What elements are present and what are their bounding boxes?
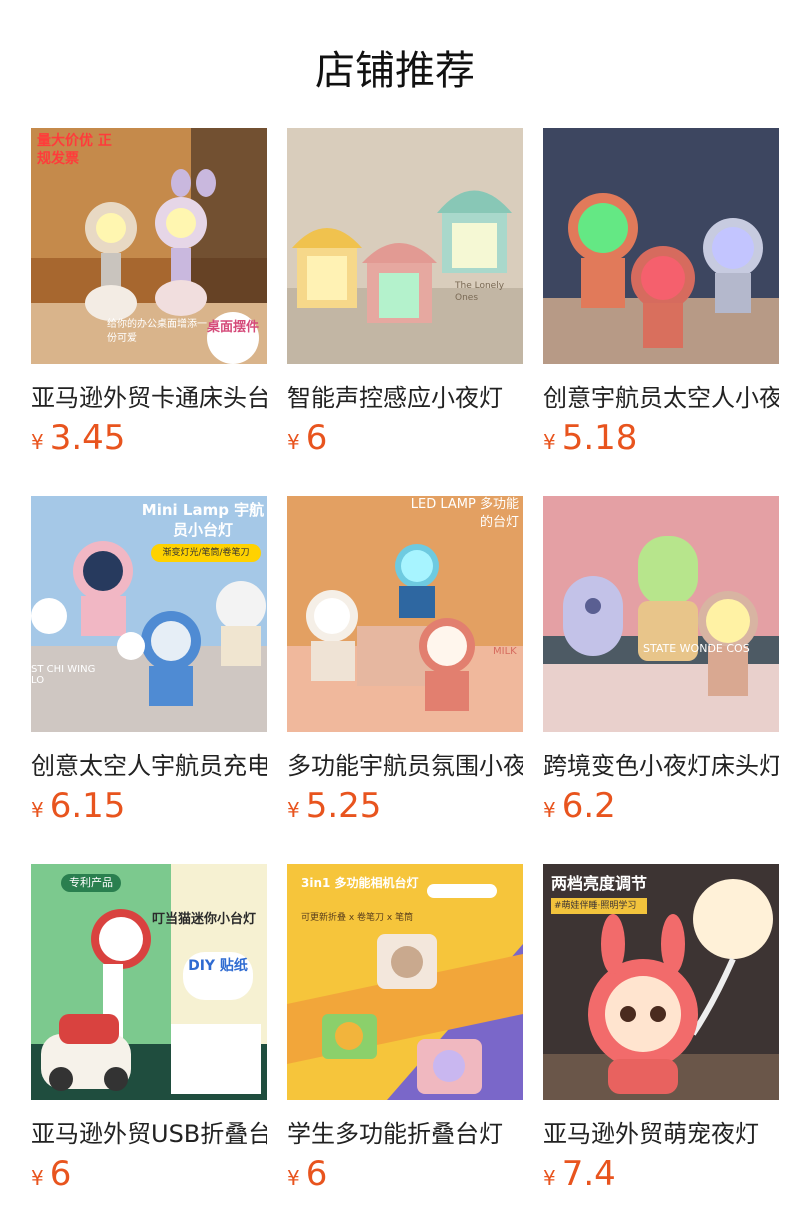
price-value: 6	[49, 1154, 72, 1194]
image-caption: 给你的办公桌面增添一份可爱	[107, 319, 207, 344]
currency-symbol: ¥	[31, 1166, 44, 1190]
product-image[interactable]: 两档亮度调节 #萌娃伴睡·照明学习	[543, 864, 779, 1100]
image-side-text: MILK	[493, 646, 517, 657]
currency-symbol: ¥	[543, 430, 556, 454]
image-headline: 叮当猫迷你小台灯	[151, 912, 256, 927]
price-value: 5.18	[561, 418, 638, 458]
product-name[interactable]: 智能声控感应小夜灯	[287, 378, 523, 413]
product-name[interactable]: 亚马逊外贸USB折叠台灯	[31, 1114, 267, 1149]
product-price: ¥6	[31, 1154, 267, 1194]
diy-sticker: DIY 贴纸	[183, 952, 253, 1000]
currency-symbol: ¥	[287, 430, 300, 454]
product-card[interactable]: 创意宇航员太空人小夜灯 ¥5.18	[543, 128, 779, 458]
product-image[interactable]	[543, 128, 779, 364]
currency-symbol: ¥	[287, 798, 300, 822]
product-price: ¥5.25	[287, 786, 523, 826]
image-caption: #萌娃伴睡·照明学习	[551, 898, 647, 914]
currency-symbol: ¥	[31, 430, 44, 454]
product-price: ¥6	[287, 1154, 523, 1194]
product-price: ¥5.18	[543, 418, 779, 458]
product-name[interactable]: 亚马逊外贸萌宠夜灯	[543, 1114, 779, 1149]
product-name[interactable]: 多功能宇航员氛围小夜灯	[287, 746, 523, 781]
product-card[interactable]: 专利产品 叮当猫迷你小台灯 DIY 贴纸 亚马逊外贸USB折叠台灯 ¥6	[31, 864, 267, 1194]
product-card[interactable]: Mini Lamp 宇航员小台灯 渐变灯光/笔筒/卷笔刀 ST CHI WING…	[31, 496, 267, 826]
product-name[interactable]: 亚马逊外贸卡通床头台灯	[31, 378, 267, 413]
image-caption: 可更新折叠 x 卷笔刀 x 笔筒	[301, 913, 414, 923]
product-image[interactable]: Mini Lamp 宇航员小台灯 渐变灯光/笔筒/卷笔刀 ST CHI WING…	[31, 496, 267, 732]
patent-badge: 专利产品	[61, 874, 121, 892]
product-image[interactable]: 量大价优 正规发票 给你的办公桌面增添一份可爱 桌面摆件	[31, 128, 267, 364]
currency-symbol: ¥	[543, 1166, 556, 1190]
product-name[interactable]: 跨境变色小夜灯床头灯	[543, 746, 779, 781]
product-image[interactable]: LED LAMP 多功能的台灯 MILK	[287, 496, 523, 732]
product-card[interactable]: 3in1 多功能相机台灯 可更新折叠 x 卷笔刀 x 笔筒 学生多功能折叠台灯 …	[287, 864, 523, 1194]
product-card[interactable]: LED LAMP 多功能的台灯 MILK 多功能宇航员氛围小夜灯 ¥5.25	[287, 496, 523, 826]
product-price: ¥6.15	[31, 786, 267, 826]
image-headline: 两档亮度调节	[551, 874, 648, 893]
product-price: ¥6.2	[543, 786, 779, 826]
currency-symbol: ¥	[287, 1166, 300, 1190]
price-value: 7.4	[561, 1154, 616, 1194]
product-image[interactable]: 3in1 多功能相机台灯 可更新折叠 x 卷笔刀 x 笔筒	[287, 864, 523, 1100]
price-value: 6.2	[561, 786, 616, 826]
currency-symbol: ¥	[543, 798, 556, 822]
promo-tag: 量大价优 正规发票	[37, 133, 112, 167]
image-caption: The Lonely Ones	[455, 281, 505, 303]
price-value: 5.25	[305, 786, 382, 826]
product-price: ¥6	[287, 418, 523, 458]
image-side-text: ST CHI WING LO	[31, 664, 96, 686]
product-image[interactable]: The Lonely Ones	[287, 128, 523, 364]
price-value: 6.15	[49, 786, 126, 826]
product-name[interactable]: 创意宇航员太空人小夜灯	[543, 378, 779, 413]
product-price: ¥7.4	[543, 1154, 779, 1194]
product-card[interactable]: The Lonely Ones 智能声控感应小夜灯 ¥6	[287, 128, 523, 458]
product-name[interactable]: 创意太空人宇航员充电台灯	[31, 746, 267, 781]
currency-symbol: ¥	[31, 798, 44, 822]
product-price: ¥3.45	[31, 418, 267, 458]
image-headline: 3in1 多功能相机台灯	[301, 876, 419, 890]
product-image[interactable]: STATE WONDE COS	[543, 496, 779, 732]
price-value: 6	[305, 418, 328, 458]
product-image[interactable]: 专利产品 叮当猫迷你小台灯 DIY 贴纸	[31, 864, 267, 1100]
image-caption: STATE WONDE COS	[643, 642, 750, 655]
product-card[interactable]: STATE WONDE COS 跨境变色小夜灯床头灯 ¥6.2	[543, 496, 779, 826]
product-name[interactable]: 学生多功能折叠台灯	[287, 1114, 523, 1149]
image-caption: 渐变灯光/笔筒/卷笔刀	[151, 544, 261, 562]
image-stamp: 桌面摆件	[207, 312, 259, 364]
image-headline: Mini Lamp 宇航员小台灯	[141, 501, 265, 539]
price-value: 6	[305, 1154, 328, 1194]
page-title: 店铺推荐	[315, 48, 475, 94]
image-headline: LED LAMP 多功能的台灯	[410, 497, 519, 530]
price-value: 3.45	[49, 418, 126, 458]
product-card[interactable]: 两档亮度调节 #萌娃伴睡·照明学习 亚马逊外贸萌宠夜灯 ¥7.4	[543, 864, 779, 1194]
product-card[interactable]: 量大价优 正规发票 给你的办公桌面增添一份可爱 桌面摆件 亚马逊外贸卡通床头台灯…	[31, 128, 267, 458]
